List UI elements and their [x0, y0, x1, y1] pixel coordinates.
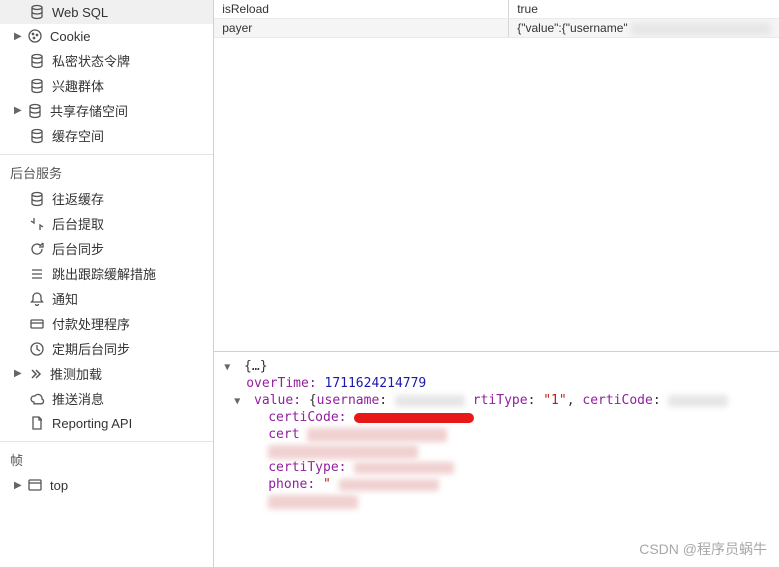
sidebar-item-periodic-sync[interactable]: 定期后台同步 — [0, 336, 213, 361]
sidebar-item-speculative-loads[interactable]: ▶ 推测加载 — [0, 361, 213, 386]
db-icon — [28, 52, 46, 70]
storage-table: isReload true payer {"value":{"username" — [214, 0, 779, 352]
sidebar-item-label: top — [50, 478, 68, 493]
sidebar-item-cookie[interactable]: ▶ Cookie — [0, 24, 213, 48]
object-root[interactable]: ▼ {…} — [224, 358, 769, 375]
sidebar-item-label: Reporting API — [52, 416, 132, 431]
sidebar-item-label: Web SQL — [52, 5, 108, 20]
sidebar-item-label: 付款处理程序 — [52, 314, 130, 333]
sidebar-item-label: 推测加载 — [50, 364, 102, 383]
sidebar-item-bg-fetch[interactable]: 后台提取 — [0, 211, 213, 236]
sidebar-item-label: 缓存空间 — [52, 126, 104, 145]
property-certicode[interactable]: certiCode: — [224, 409, 769, 426]
db-icon — [28, 3, 46, 21]
expand-arrow-icon: ▶ — [14, 31, 24, 42]
property-overtime[interactable]: overTime: 1711624214779 — [224, 375, 769, 392]
bell-icon — [28, 290, 46, 308]
doc-icon — [28, 414, 46, 432]
cell-value: {"value":{"username" — [509, 19, 779, 37]
sidebar-item-interest-groups[interactable]: 兴趣群体 — [0, 73, 213, 98]
sidebar: Web SQL ▶ Cookie 私密状态令牌 兴趣群体 ▶ 共享存储空间 缓存… — [0, 0, 214, 567]
sidebar-item-label: 往返缓存 — [52, 189, 104, 208]
sidebar-item-label: 后台同步 — [52, 239, 104, 258]
card-icon — [28, 315, 46, 333]
sync-icon — [28, 215, 46, 233]
db-icon — [28, 127, 46, 145]
property-cert[interactable]: cert — [224, 426, 769, 443]
sidebar-item-label: 私密状态令牌 — [52, 51, 130, 70]
refresh-icon — [28, 240, 46, 258]
cell-value: true — [509, 0, 779, 18]
db-icon — [26, 102, 44, 120]
sidebar-item-shared-storage[interactable]: ▶ 共享存储空间 — [0, 98, 213, 123]
cell-key: isReload — [214, 0, 509, 18]
sidebar-item-bg-sync[interactable]: 后台同步 — [0, 236, 213, 261]
sidebar-item-label: 跳出跟踪缓解措施 — [52, 264, 156, 283]
table-row[interactable]: isReload true — [214, 0, 779, 19]
expand-arrow-icon: ▶ — [14, 368, 24, 379]
chevrons-icon — [26, 365, 44, 383]
sidebar-item-notifications[interactable]: 通知 — [0, 286, 213, 311]
sidebar-item-top-frame[interactable]: ▶ top — [0, 473, 213, 497]
sidebar-item-label: 推送消息 — [52, 389, 104, 408]
list-icon — [28, 265, 46, 283]
collapse-arrow-icon[interactable]: ▼ — [224, 362, 236, 373]
clock-icon — [28, 340, 46, 358]
sidebar-item-label: 共享存储空间 — [50, 101, 128, 120]
cell-key: payer — [214, 19, 509, 37]
db-icon — [28, 77, 46, 95]
cloud-icon — [28, 390, 46, 408]
sidebar-item-label: 通知 — [52, 289, 78, 308]
sidebar-item-label: 后台提取 — [52, 214, 104, 233]
watermark: CSDN @程序员蜗牛 — [639, 539, 767, 559]
property-blurred — [224, 443, 769, 459]
section-frames-title: 帧 — [0, 441, 213, 473]
section-services-title: 后台服务 — [0, 154, 213, 186]
sidebar-item-label: Cookie — [50, 29, 90, 44]
expand-arrow-icon: ▶ — [14, 480, 24, 491]
sidebar-item-label: 定期后台同步 — [52, 339, 130, 358]
expand-arrow-icon: ▶ — [14, 105, 24, 116]
property-certitype[interactable]: certiType: — [224, 459, 769, 476]
property-phone[interactable]: phone: " — [224, 476, 769, 493]
frame-icon — [26, 476, 44, 494]
db-icon — [28, 190, 46, 208]
main-panel: isReload true payer {"value":{"username"… — [214, 0, 779, 567]
detail-panel: ▼ {…} overTime: 1711624214779 ▼ value: {… — [214, 352, 779, 567]
cookie-icon — [26, 27, 44, 45]
collapse-arrow-icon[interactable]: ▼ — [234, 396, 246, 407]
sidebar-item-websql[interactable]: Web SQL — [0, 0, 213, 24]
table-row[interactable]: payer {"value":{"username" — [214, 19, 779, 38]
sidebar-item-bounce-tracking[interactable]: 跳出跟踪缓解措施 — [0, 261, 213, 286]
property-value[interactable]: ▼ value: {username: rtiType: "1", certiC… — [224, 392, 769, 409]
sidebar-item-private-token[interactable]: 私密状态令牌 — [0, 48, 213, 73]
sidebar-item-push[interactable]: 推送消息 — [0, 386, 213, 411]
sidebar-item-bfcache[interactable]: 往返缓存 — [0, 186, 213, 211]
sidebar-item-cache-storage[interactable]: 缓存空间 — [0, 123, 213, 148]
sidebar-item-payment[interactable]: 付款处理程序 — [0, 311, 213, 336]
sidebar-item-label: 兴趣群体 — [52, 76, 104, 95]
sidebar-item-reporting-api[interactable]: Reporting API — [0, 411, 213, 435]
property-blurred — [224, 493, 769, 509]
